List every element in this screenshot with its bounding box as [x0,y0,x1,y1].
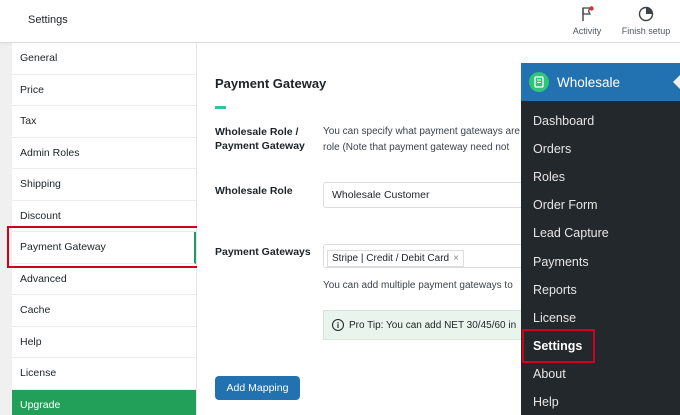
finish-setup-button[interactable]: Finish setup [616,6,676,36]
top-header: Settings Activity Finish setup [0,0,680,43]
sidebar-item-help[interactable]: Help [12,327,196,358]
flag-icon [582,6,594,21]
pro-tip-text: Pro Tip: You can add NET 30/45/60 in [349,319,517,331]
pro-tip-notice: i Pro Tip: You can add NET 30/45/60 in [323,310,543,340]
wholesale-logo-icon [529,72,549,92]
sidebar-item-license[interactable]: License [12,358,196,390]
wp-menu-item-about[interactable]: About [533,367,566,381]
settings-sidebar: General Price Tax Admin Roles Shipping D… [12,43,197,415]
role-gateway-desc-line1: You can specify what payment gateways ar… [323,126,520,137]
sidebar-item-upgrade[interactable]: Upgrade [12,389,196,415]
add-mapping-button[interactable]: Add Mapping [215,376,300,400]
activity-label: Activity [572,26,602,36]
current-menu-arrow-icon [673,75,680,89]
selected-gateway-tag: Stripe | Credit / Debit Card × [327,250,464,267]
wp-admin-menu: Wholesale Dashboard Orders Roles Order F… [521,63,680,415]
wp-menu-item-lead-capture[interactable]: Lead Capture [533,226,609,240]
payment-gateways-label: Payment Gateways [215,246,311,258]
wp-menu-item-order-form[interactable]: Order Form [533,198,598,212]
role-gateway-label-line1: Wholesale Role / [215,126,299,138]
wp-menu-item-reports[interactable]: Reports [533,283,577,297]
title-underline [215,106,226,109]
sidebar-item-general[interactable]: General [12,43,196,75]
progress-circle-icon [638,6,654,22]
remove-tag-icon[interactable]: × [453,253,459,264]
wholesale-role-label: Wholesale Role [215,185,293,197]
wholesale-role-select[interactable]: Wholesale Customer [323,182,543,208]
sidebar-item-tax[interactable]: Tax [12,106,196,138]
sidebar-item-advanced[interactable]: Advanced [12,264,196,295]
page-title: Settings [28,14,68,26]
wp-menu-item-roles[interactable]: Roles [533,170,565,184]
wp-menu-item-dashboard[interactable]: Dashboard [533,114,594,128]
sidebar-item-price[interactable]: Price [12,75,196,106]
info-icon: i [332,319,344,331]
sidebar-item-cache[interactable]: Cache [12,295,196,327]
payment-gateways-multiselect[interactable]: Stripe | Credit / Debit Card × [323,244,523,268]
wholesale-menu-header[interactable]: Wholesale [521,63,680,101]
role-gateway-label-line2: Payment Gateway [215,140,305,152]
sidebar-item-admin-roles[interactable]: Admin Roles [12,138,196,169]
role-gateway-description: You can specify what payment gateways ar… [323,124,520,156]
finish-setup-label: Finish setup [621,26,671,36]
role-gateway-desc-line2: role (Note that payment gateway need not [323,142,510,153]
wp-menu-item-orders[interactable]: Orders [533,142,571,156]
wp-menu-item-license[interactable]: License [533,311,576,325]
wholesale-menu-title: Wholesale [557,74,621,90]
wp-menu-item-help[interactable]: Help [533,395,559,409]
sidebar-item-discount[interactable]: Discount [12,201,196,232]
role-gateway-label: Wholesale Role / Payment Gateway [215,125,305,153]
sidebar-item-shipping[interactable]: Shipping [12,169,196,201]
activity-button[interactable]: Activity [568,6,606,36]
sidebar-item-payment-gateway[interactable]: Payment Gateway [12,232,196,264]
wp-menu-item-payments[interactable]: Payments [533,255,589,269]
selected-gateway-text: Stripe | Credit / Debit Card [332,253,450,264]
wp-menu-item-settings[interactable]: Settings [533,339,582,353]
section-title: Payment Gateway [215,76,327,91]
multiple-gateways-note: You can add multiple payment gateways to [323,280,513,291]
